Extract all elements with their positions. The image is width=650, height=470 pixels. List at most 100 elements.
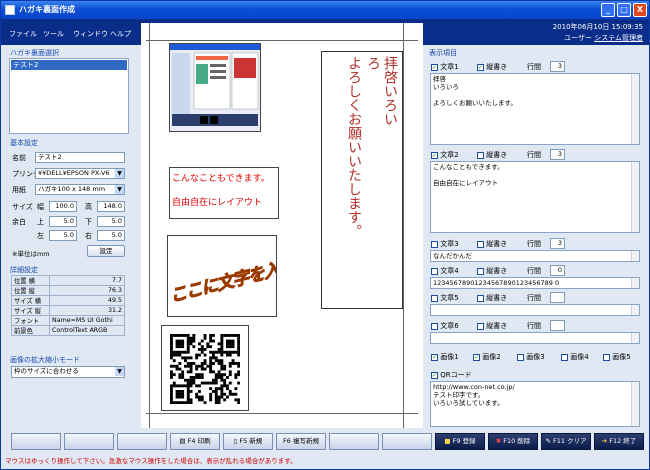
table-row[interactable]: 位置 縦 76.3	[11, 285, 125, 296]
maximize-button[interactable]: □	[617, 3, 631, 17]
exit-button[interactable]: ➔ F12 終了	[594, 433, 644, 450]
text6-input[interactable]	[430, 332, 640, 344]
empty-function-button[interactable]	[11, 433, 61, 450]
table-row[interactable]: 前景色 ControlText ARGB	[11, 325, 125, 336]
text3-checkbox[interactable]	[431, 240, 438, 248]
vertical-text-box[interactable]: 拝啓いろいろ よろしくお願いいたします。	[321, 51, 403, 309]
width-field[interactable]: 100.0	[49, 201, 77, 212]
empty-function-button[interactable]	[382, 433, 432, 450]
height-field[interactable]: 148.0	[97, 201, 125, 212]
text2-checkbox[interactable]: ✓	[431, 151, 438, 159]
text2-vertical-checkbox[interactable]	[477, 151, 484, 159]
menu-tools[interactable]: ツール	[43, 29, 64, 39]
printer-select[interactable]: ¥¥DELL¥EPSON PX-V6 ▼	[35, 168, 125, 179]
table-row[interactable]: サイズ 縦 31.2	[11, 305, 125, 316]
text1-textarea[interactable]: 拝啓 いろいろ よろしくお願いいたします。	[430, 73, 640, 145]
scrollbar[interactable]	[631, 382, 639, 426]
empty-function-button[interactable]	[329, 433, 379, 450]
new-button[interactable]: ▯ F5 新規	[223, 433, 273, 450]
text3-input[interactable]: なんだかんだ	[430, 250, 640, 262]
table-row[interactable]: サイズ 横 49.5	[11, 295, 125, 306]
text1-row: ✓ 文章1	[431, 62, 459, 72]
exit-label: F12 終了	[609, 437, 637, 445]
prop-value[interactable]: 31.2	[49, 305, 125, 316]
paper-select[interactable]: ハガキ100 x 148 mm ▼	[35, 184, 125, 195]
text6-checkbox[interactable]	[431, 322, 438, 330]
scrollbar[interactable]	[631, 333, 639, 343]
chevron-down-icon[interactable]: ▼	[115, 169, 124, 178]
margin-right-field[interactable]: 5.0	[97, 230, 125, 241]
copy-new-button[interactable]: F6 複写新規	[276, 433, 326, 450]
list-item[interactable]: テスト2	[11, 60, 127, 70]
text3-spacing-field[interactable]: 3	[550, 238, 565, 249]
delete-button[interactable]: ✖ F10 削除	[488, 433, 538, 450]
empty-function-button[interactable]	[64, 433, 114, 450]
close-button[interactable]: X	[633, 3, 647, 17]
prop-value[interactable]: 7.7	[49, 275, 125, 286]
postcard-list[interactable]: テスト2	[9, 58, 129, 134]
text-box-2[interactable]: こんなこともできます。 自由自在にレイアウト	[169, 167, 279, 219]
text2-spacing-field[interactable]: 3	[550, 149, 565, 160]
qr-code-box[interactable]	[161, 325, 249, 411]
margin-top-field[interactable]: 5.0	[49, 216, 77, 227]
menu-file[interactable]: ファイル	[9, 29, 37, 39]
text4-vertical-checkbox[interactable]	[477, 267, 484, 275]
text5-checkbox[interactable]	[431, 294, 438, 302]
text4-spacing-field[interactable]: 0	[550, 265, 565, 276]
print-button[interactable]: ▤ F4 印刷	[170, 433, 220, 450]
scrollbar[interactable]	[631, 251, 639, 261]
prop-value[interactable]: 49.5	[49, 295, 125, 306]
postcard-canvas[interactable]: 拝啓いろいろ よろしくお願いいたします。 こんなこともできます。 自由自在にレイ…	[141, 23, 423, 428]
text1-checkbox[interactable]: ✓	[431, 63, 438, 71]
paper-label: 用紙	[12, 186, 26, 194]
text3-vertical-checkbox[interactable]	[477, 240, 484, 248]
line-spacing-label: 行間	[527, 322, 541, 330]
name-field[interactable]: テスト2	[35, 152, 125, 163]
menu-window[interactable]: ウィンドウ	[73, 29, 108, 39]
text6-vertical-checkbox[interactable]	[477, 322, 484, 330]
qr-checkbox[interactable]: ✓	[431, 371, 438, 379]
settings-button[interactable]: 設定	[87, 245, 125, 257]
title-bar: ハガキ裏面作成 _ □ X	[1, 1, 649, 19]
image5-checkbox[interactable]	[603, 353, 610, 361]
prop-value[interactable]: Name=MS UI Gothi	[49, 315, 125, 326]
margin-bottom-field[interactable]: 5.0	[97, 216, 125, 227]
table-row[interactable]: フォント Name=MS UI Gothi	[11, 315, 125, 326]
image4-checkbox[interactable]	[561, 353, 568, 361]
text5-input[interactable]	[430, 304, 640, 316]
prop-value[interactable]: 76.3	[49, 285, 125, 296]
text1-vertical-checkbox[interactable]: ✓	[477, 63, 484, 71]
scrollbar[interactable]	[631, 278, 639, 288]
scrollbar[interactable]	[631, 74, 639, 144]
table-row[interactable]: 位置 横 7.7	[11, 275, 125, 286]
clear-button[interactable]: ✎ F11 クリア	[541, 433, 591, 450]
wordart-box[interactable]: ここに文字を入力	[167, 235, 277, 317]
image1-checkbox[interactable]: ✓	[431, 353, 438, 361]
chevron-down-icon[interactable]: ▼	[115, 185, 124, 194]
minimize-button[interactable]: _	[601, 3, 615, 17]
zoom-mode-select[interactable]: 枠のサイズに合わせる ▼	[11, 366, 125, 378]
empty-function-button[interactable]	[117, 433, 167, 450]
text1-spacing-field[interactable]: 3	[550, 61, 565, 72]
margin-left-field[interactable]: 5.0	[49, 230, 77, 241]
text4-input[interactable]: 12345678901234567890123456789 0	[430, 277, 640, 289]
scrollbar[interactable]	[631, 162, 639, 232]
text4-checkbox[interactable]	[431, 267, 438, 275]
prop-name: 位置 縦	[11, 285, 50, 296]
text6-spacing-field[interactable]	[550, 320, 565, 331]
prop-value[interactable]: ControlText ARGB	[49, 325, 125, 336]
qr-textarea[interactable]: http://www.con-net.co.jp/ テスト印字です。 いろいろ試…	[430, 381, 640, 427]
register-button[interactable]: ■ F9 登録	[435, 433, 485, 450]
exit-icon: ➔	[601, 437, 608, 445]
scrollbar[interactable]	[631, 305, 639, 315]
text3-row: 文章3	[431, 239, 459, 249]
menu-help[interactable]: ヘルプ	[110, 29, 131, 39]
text2-textarea[interactable]: こんなこともできます。 自由自在にレイアウト	[430, 161, 640, 233]
image3-checkbox[interactable]	[517, 353, 524, 361]
guide-line	[146, 413, 418, 414]
text5-spacing-field[interactable]	[550, 292, 565, 303]
image-box-1[interactable]	[169, 43, 261, 132]
image2-checkbox[interactable]: ✓	[473, 353, 480, 361]
text5-vertical-checkbox[interactable]	[477, 294, 484, 302]
chevron-down-icon[interactable]: ▼	[115, 367, 124, 376]
